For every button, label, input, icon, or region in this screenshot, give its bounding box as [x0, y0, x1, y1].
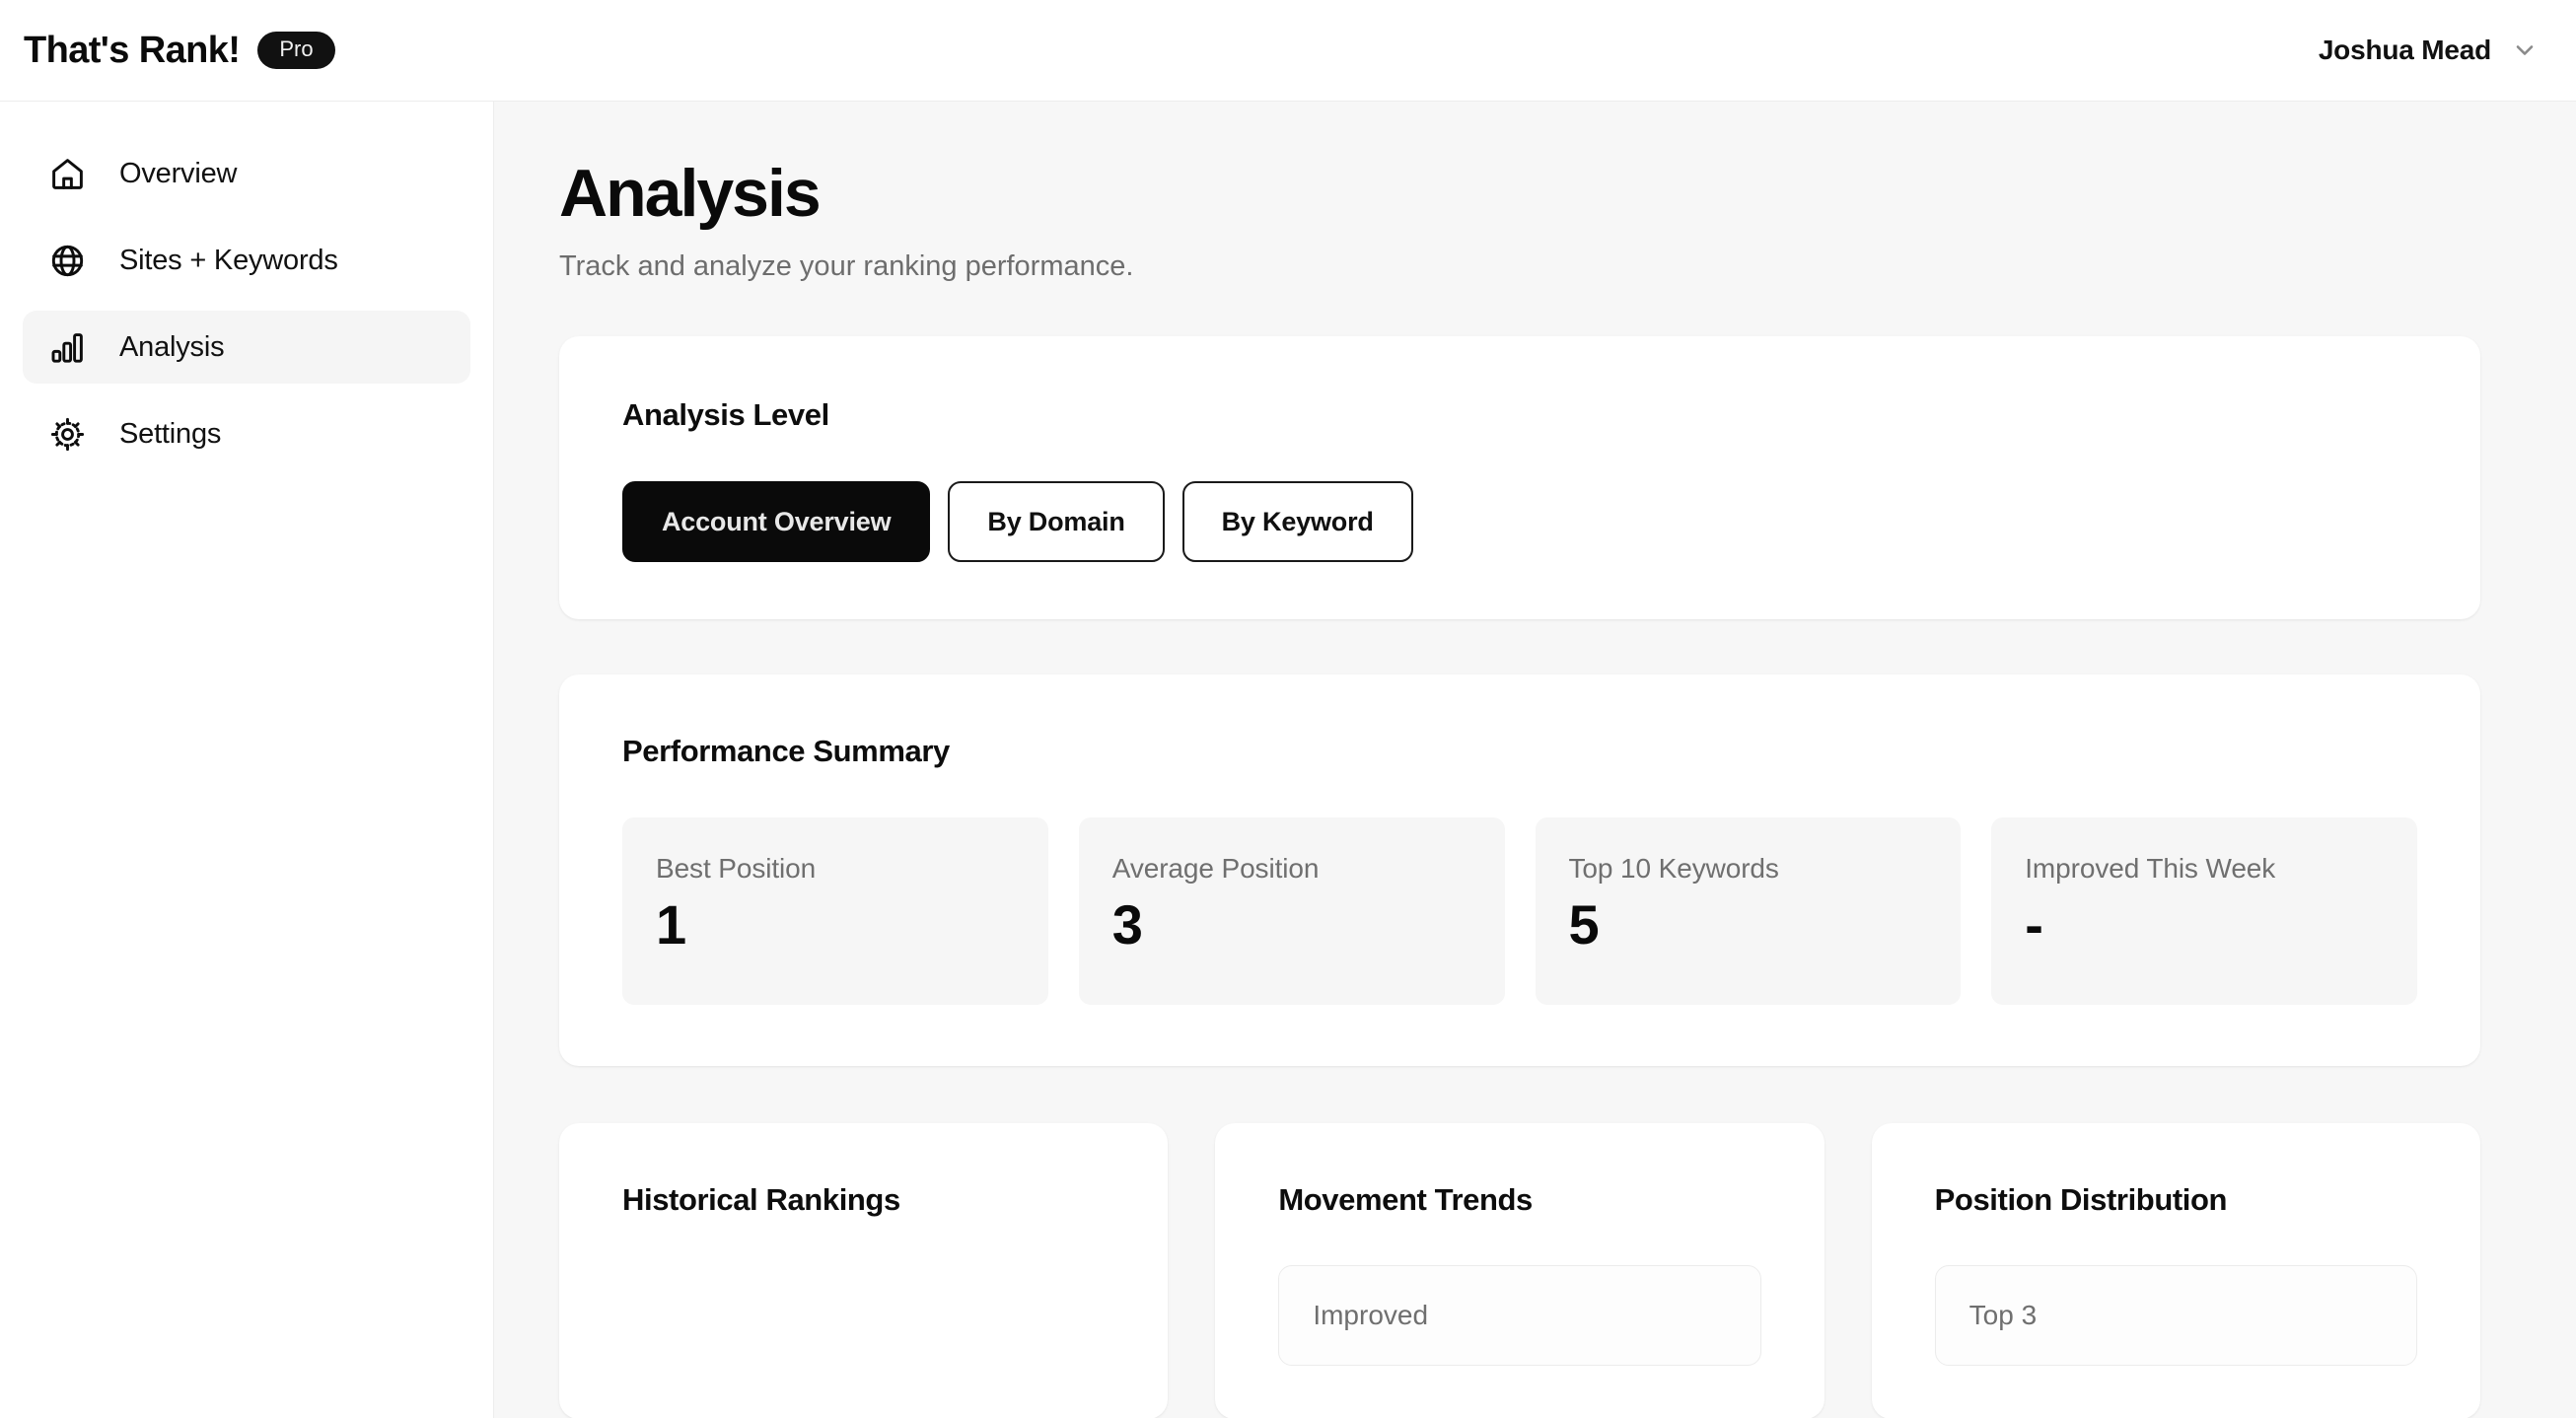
position-distribution-card: Position Distribution Top 3 [1871, 1123, 2480, 1418]
brand-logo[interactable]: That's Rank! Pro [24, 30, 335, 72]
stat-value: - [2025, 893, 2043, 957]
sidebar-item-settings[interactable]: Settings [23, 397, 470, 470]
level-button-by-domain[interactable]: By Domain [948, 481, 1165, 563]
position-distribution-row-top3: Top 3 [1934, 1265, 2417, 1367]
stat-label: Average Position [1111, 853, 1320, 885]
stat-label: Top 10 Keywords [1568, 853, 1779, 885]
page-title: Analysis [559, 156, 822, 231]
sidebar-item-label: Sites + Keywords [119, 244, 338, 276]
analysis-level-card: Analysis Level Account Overview By Domai… [559, 336, 2480, 620]
movement-trends-card: Movement Trends Improved [1215, 1123, 1825, 1418]
sub-row-label: Improved [1313, 1300, 1429, 1331]
sidebar-item-sites-keywords[interactable]: Sites + Keywords [23, 224, 470, 297]
stat-value: 3 [1111, 893, 1143, 957]
brand-title: That's Rank! [24, 29, 241, 71]
stat-label: Improved This Week [2025, 853, 2276, 885]
movement-trends-title: Movement Trends [1278, 1182, 1533, 1218]
position-distribution-title: Position Distribution [1934, 1182, 2228, 1218]
pro-badge: Pro [257, 32, 335, 69]
user-name: Joshua Mead [2318, 35, 2491, 65]
sidebar-item-overview[interactable]: Overview [23, 137, 470, 210]
stat-best-position: Best Position 1 [622, 817, 1048, 1006]
stat-improved-this-week: Improved This Week - [1991, 817, 2417, 1006]
analysis-level-button-group: Account Overview By Domain By Keyword [622, 481, 2417, 563]
sidebar-item-label: Analysis [119, 330, 225, 363]
chevron-down-icon [2511, 36, 2539, 64]
bottom-card-row: Historical Rankings Movement Trends Impr… [559, 1123, 2480, 1418]
stat-value: 1 [656, 893, 686, 957]
historical-rankings-card: Historical Rankings [559, 1123, 1169, 1418]
bar-chart-icon [49, 329, 86, 366]
main-content: Analysis Track and analyze your ranking … [494, 102, 2576, 1418]
sidebar-item-analysis[interactable]: Analysis [23, 311, 470, 384]
stat-label: Best Position [656, 853, 817, 885]
level-button-account-overview[interactable]: Account Overview [622, 481, 931, 563]
top-bar: That's Rank! Pro Joshua Mead [0, 0, 2576, 102]
performance-summary-card: Performance Summary Best Position 1 Aver… [559, 674, 2480, 1067]
globe-icon [49, 243, 86, 279]
historical-rankings-title: Historical Rankings [622, 1182, 900, 1218]
analysis-level-title: Analysis Level [622, 397, 829, 433]
stat-grid: Best Position 1 Average Position 3 Top 1… [622, 817, 2417, 1006]
sidebar: Overview Sites + Keywords Analysis Setti… [0, 102, 494, 1418]
stat-value: 5 [1568, 893, 1600, 957]
sidebar-item-label: Overview [119, 157, 238, 189]
stat-top-10-keywords: Top 10 Keywords 5 [1535, 817, 1962, 1006]
home-icon [49, 156, 86, 192]
gear-icon [49, 416, 86, 453]
performance-summary-title: Performance Summary [622, 734, 950, 769]
sidebar-item-label: Settings [119, 417, 222, 450]
user-menu[interactable]: Joshua Mead [2319, 35, 2539, 66]
level-button-by-keyword[interactable]: By Keyword [1181, 481, 1413, 563]
page-subtitle: Track and analyze your ranking performan… [559, 250, 1134, 283]
sub-row-label: Top 3 [1968, 1300, 2038, 1331]
stat-average-position: Average Position 3 [1078, 817, 1505, 1006]
movement-trends-row-improved: Improved [1278, 1265, 1761, 1367]
